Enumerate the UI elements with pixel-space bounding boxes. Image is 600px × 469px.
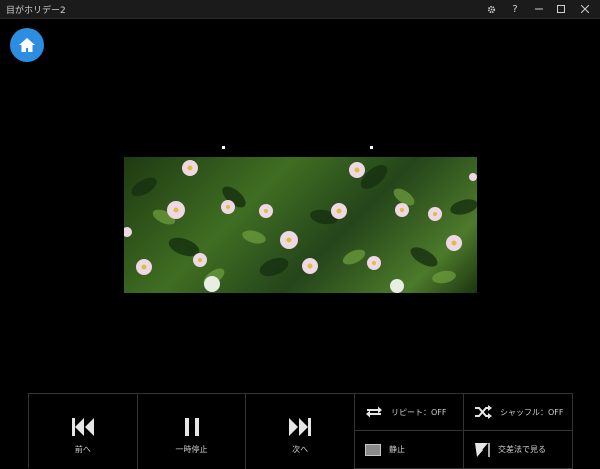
skip-previous-icon (71, 418, 94, 436)
next-button[interactable]: 次へ (246, 394, 356, 469)
next-label: 次へ (292, 445, 309, 454)
shuffle-label: シャッフル：OFF (500, 407, 564, 417)
stereo-guide-dot-right (370, 146, 373, 149)
pause-icon (184, 418, 199, 436)
title-bar: 目がホリデー2 ? (0, 0, 600, 19)
home-icon (19, 38, 35, 52)
shuffle-icon (475, 405, 493, 419)
repeat-label: リピート：OFF (391, 407, 447, 417)
pause-button[interactable]: 一時停止 (138, 394, 247, 469)
home-button[interactable] (10, 28, 44, 62)
previous-button[interactable]: 前へ (29, 394, 138, 469)
pause-label: 一時停止 (175, 445, 208, 454)
option-grid: リピート：OFF シャッフル：OFF 静止 交差法で見る (355, 394, 574, 469)
stereogram-photo (124, 157, 477, 293)
close-icon[interactable] (574, 0, 596, 18)
maximize-icon[interactable] (550, 0, 572, 18)
repeat-toggle[interactable]: リピート：OFF (355, 394, 465, 431)
playback-controls: 前へ 一時停止 次へ リピート：OFF シャッフル：OFF 静止 交差法で見る (28, 393, 574, 469)
shuffle-toggle[interactable]: シャッフル：OFF (464, 394, 574, 431)
still-icon (365, 443, 382, 456)
cross-eye-toggle[interactable]: 交差法で見る (464, 431, 574, 469)
repeat-icon (366, 406, 383, 418)
stereo-guide-dot-left (222, 146, 225, 149)
cross-eye-icon (475, 442, 490, 457)
gear-icon[interactable] (480, 0, 502, 18)
cross-eye-label: 交差法で見る (498, 445, 547, 454)
help-button[interactable]: ? (504, 0, 526, 18)
app-title: 目がホリデー2 (6, 6, 66, 16)
skip-next-icon (289, 418, 312, 436)
minimize-icon[interactable] (528, 0, 550, 18)
previous-label: 前へ (74, 445, 91, 454)
still-label: 静止 (389, 445, 406, 454)
still-toggle[interactable]: 静止 (355, 431, 465, 469)
